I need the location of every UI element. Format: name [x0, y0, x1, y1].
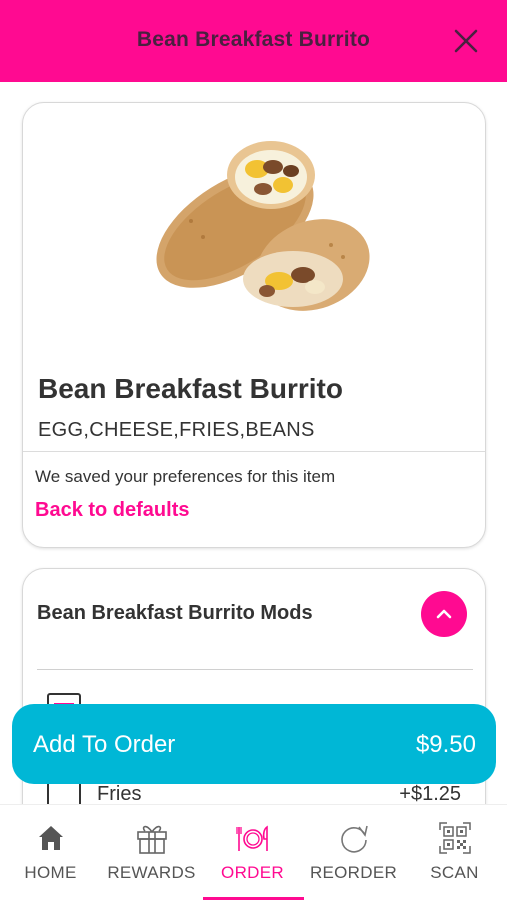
tab-order-label: ORDER	[221, 863, 284, 882]
mods-title: Bean Breakfast Burrito Mods	[37, 602, 313, 624]
chevron-up-icon	[436, 609, 452, 619]
bottom-tab-bar: HOME REWARDS ORDER REORDER SCAN	[0, 804, 507, 900]
back-to-defaults-link[interactable]: Back to defaults	[35, 499, 189, 522]
qr-code-icon	[439, 822, 471, 854]
mods-divider	[37, 669, 473, 670]
gift-icon	[137, 825, 167, 854]
product-card: Bean Breakfast Burrito EGG,CHEESE,FRIES,…	[22, 102, 486, 548]
mods-card: Bean Breakfast Burrito Mods Fries +$1.25	[22, 568, 486, 828]
tab-scan-label: SCAN	[430, 863, 479, 882]
tab-home-label: HOME	[24, 863, 77, 882]
product-image	[156, 141, 370, 311]
product-name: Bean Breakfast Burrito	[38, 373, 343, 404]
product-description: EGG,CHEESE,FRIES,BEANS	[38, 419, 315, 441]
mod-price-fries: +$1.25	[399, 783, 461, 805]
collapse-mods-button[interactable]	[421, 591, 467, 637]
tab-scan[interactable]: SCAN	[404, 805, 505, 900]
tab-rewards-label: REWARDS	[107, 863, 196, 882]
preferences-text: We saved your preferences for this item	[35, 467, 336, 486]
close-button[interactable]	[451, 26, 481, 56]
tab-reorder-label: REORDER	[309, 863, 398, 882]
mod-name-fries: Fries	[97, 783, 142, 805]
tab-rewards[interactable]: REWARDS	[101, 805, 202, 900]
add-to-order-label: Add To Order	[33, 731, 176, 758]
refresh-icon	[341, 825, 368, 853]
plate-cutlery-icon	[236, 825, 268, 851]
card-divider	[23, 451, 485, 452]
add-to-order-button[interactable]: Add To Order $9.50	[12, 704, 496, 784]
tab-reorder[interactable]: REORDER	[303, 805, 404, 900]
tab-order[interactable]: ORDER	[202, 805, 303, 900]
header-title: Bean Breakfast Burrito	[136, 28, 371, 51]
header-bar: Bean Breakfast Burrito	[0, 0, 507, 82]
tab-home[interactable]: HOME	[0, 805, 101, 900]
close-icon	[454, 29, 478, 53]
add-to-order-price: $9.50	[415, 731, 476, 758]
home-icon	[39, 826, 63, 850]
